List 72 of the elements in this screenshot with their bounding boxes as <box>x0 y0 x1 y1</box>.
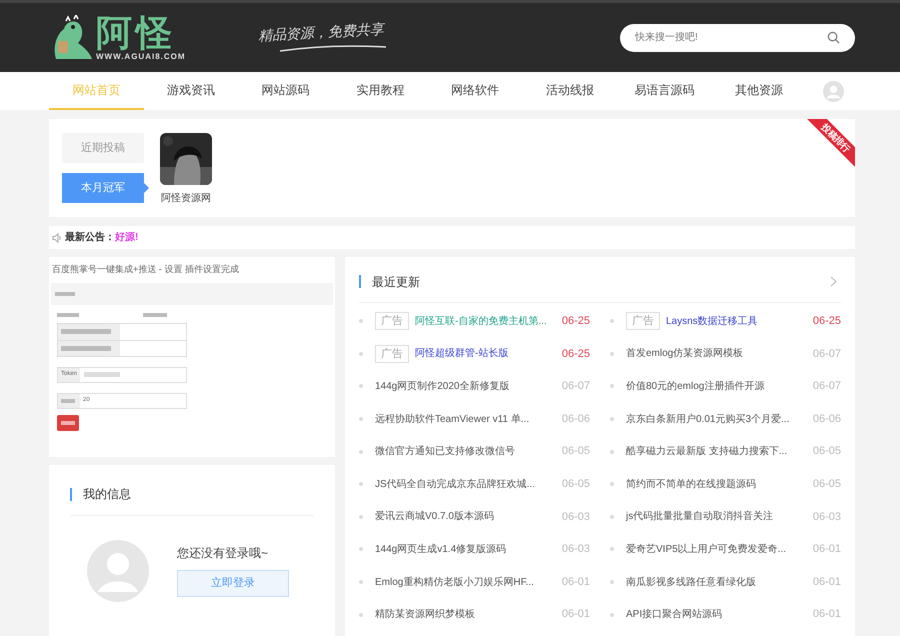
article-date: 06-01 <box>812 574 841 590</box>
ad-tag: 广告 <box>375 312 409 330</box>
article-date: 06-05 <box>560 444 590 460</box>
article-link[interactable]: Emlog重构精仿老版小刀娱乐网HF... <box>375 574 534 590</box>
text-placeholder-bar <box>61 329 111 334</box>
ad-tag: 广告 <box>375 344 409 363</box>
nav-tab[interactable]: 网络软件 <box>428 72 522 110</box>
nav-tab[interactable]: 其他资源 <box>712 72 806 110</box>
article-link[interactable]: 首发emlog仿某资源网模板 <box>626 346 744 362</box>
swoosh-icon <box>278 44 388 52</box>
article-link[interactable]: 价值80元的emlog注册插件开源 <box>626 378 764 394</box>
text-placeholder-bar <box>55 292 75 296</box>
article-date: 06-05 <box>812 477 841 492</box>
article-link[interactable]: 远程协助软件TeamViewer v11 单... <box>375 412 530 427</box>
article-date: 06-01 <box>560 574 590 590</box>
article-link[interactable]: API接口聚合网站源码 <box>626 607 722 622</box>
article-date: 06-01 <box>812 542 841 558</box>
article-link[interactable]: JS代码全自动完成京东品牌狂欢城... <box>375 476 536 492</box>
screenshot-title: 百度熊掌号一键集成+推送 - 设置 插件设置完成 <box>51 263 240 276</box>
article-link[interactable]: js代码批量批量自动取消抖音关注 <box>626 509 774 524</box>
article-date: 06-03 <box>812 510 841 525</box>
ad-tag: 广告 <box>626 312 660 330</box>
article-link[interactable]: 京东白条新用户0.01元购买3个月爱... <box>626 412 790 427</box>
user-name[interactable]: 阿怪资源网 <box>161 191 211 206</box>
site-logo[interactable]: 阿怪 <box>96 14 186 52</box>
article-link[interactable]: Laysns数据迁移工具 <box>666 314 758 329</box>
chevron-right-icon[interactable] <box>830 276 837 287</box>
nav-tab[interactable]: 网站源码 <box>238 72 334 110</box>
avatar-placeholder-icon <box>87 540 149 602</box>
article-date: 06-05 <box>560 477 590 492</box>
section-title: 我的信息 <box>83 486 131 503</box>
user-avatar-icon[interactable] <box>822 80 844 102</box>
nav-tab[interactable]: 实用教程 <box>333 72 428 110</box>
article-date: 06-07 <box>560 379 590 394</box>
article-date: 06-03 <box>560 510 590 525</box>
article-date: 06-06 <box>560 412 590 427</box>
article-link[interactable]: 精防某资源网织梦模板 <box>375 607 475 622</box>
article-link[interactable]: 微信官方通知已支持修改微信号 <box>375 444 515 460</box>
text-placeholder-bar <box>61 346 111 350</box>
notice-label: 最新公告： <box>65 230 115 245</box>
article-link[interactable]: 爱讯云商城V0.7.0版本源码 <box>375 509 494 524</box>
article-date: 06-07 <box>812 346 841 362</box>
site-url: WWW.AGUAI8.COM <box>96 52 186 62</box>
article-link[interactable]: 144g网页生成v1.4修复版源码 <box>375 542 506 557</box>
article-date: 06-25 <box>560 346 590 362</box>
article-link[interactable]: 简约而不简单的在线搜题源码 <box>626 476 756 492</box>
slogan: 精品资源，免费共享 <box>257 20 384 46</box>
article-date: 06-07 <box>812 379 841 394</box>
search-input[interactable]: 快来搜一搜吧! <box>635 30 827 45</box>
search-icon[interactable] <box>827 31 840 44</box>
nav-tab[interactable]: 易语言源码 <box>617 72 712 110</box>
article-date: 06-01 <box>812 607 841 622</box>
nav-tab[interactable]: 游戏资讯 <box>144 72 238 110</box>
text-placeholder-bar <box>57 312 79 316</box>
article-date: 06-25 <box>812 314 841 330</box>
tab-pointer-icon <box>144 183 149 193</box>
article-link[interactable]: 阿怪超级群管-站长版 <box>415 346 508 362</box>
section-title: 最近更新 <box>372 274 420 290</box>
speaker-icon <box>52 232 62 242</box>
text-placeholder-bar <box>143 312 167 316</box>
search-field[interactable]: 快来搜一搜吧! <box>620 24 855 52</box>
article-link[interactable]: 144g网页制作2020全新修复版 <box>375 378 510 394</box>
login-prompt: 您还没有登录哦~ <box>177 545 270 562</box>
article-date: 06-03 <box>560 542 590 558</box>
article-date: 06-25 <box>560 314 590 330</box>
nav-tab[interactable]: 活动线报 <box>522 72 618 110</box>
article-link[interactable]: 酷享磁力云最新版 支持磁力搜索下... <box>626 444 788 460</box>
article-date: 06-05 <box>812 444 841 460</box>
article-date: 06-01 <box>560 607 590 622</box>
article-date: 06-06 <box>812 412 841 427</box>
article-link[interactable]: 爱奇艺VIP5以上用户可免费发爱奇... <box>626 542 786 557</box>
article-link[interactable]: 南瓜影视多线路任意看绿化版 <box>626 574 756 590</box>
